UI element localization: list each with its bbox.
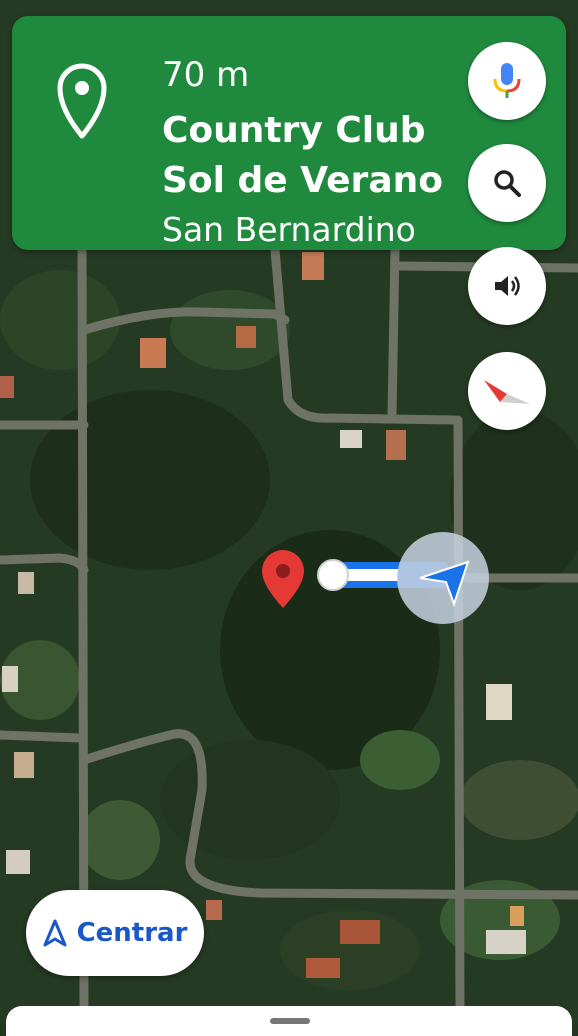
street-line-2: Sol de Verano bbox=[162, 160, 443, 201]
location-pin-icon bbox=[57, 63, 107, 139]
street-name: Country Club Sol de Verano bbox=[162, 106, 482, 206]
route-start-dot bbox=[317, 559, 349, 591]
current-location-puck bbox=[397, 532, 489, 624]
compass-button[interactable] bbox=[468, 352, 546, 430]
compass-icon bbox=[484, 380, 530, 404]
search-icon bbox=[494, 170, 521, 197]
sheet-drag-handle[interactable] bbox=[270, 1018, 310, 1024]
street-line-1: Country Club bbox=[162, 110, 426, 151]
sound-button[interactable] bbox=[468, 247, 546, 325]
bottom-sheet[interactable] bbox=[6, 1006, 572, 1036]
speaker-icon bbox=[495, 276, 520, 296]
recenter-label: Centrar bbox=[76, 918, 188, 948]
search-button[interactable] bbox=[468, 144, 546, 222]
microphone-icon bbox=[493, 63, 521, 98]
navigation-arrow-icon bbox=[43, 919, 67, 947]
recenter-button[interactable]: Centrar bbox=[26, 890, 204, 976]
city-name: San Bernardino bbox=[162, 210, 416, 249]
distance-text: 70 m bbox=[162, 55, 250, 95]
voice-search-button[interactable] bbox=[468, 42, 546, 120]
